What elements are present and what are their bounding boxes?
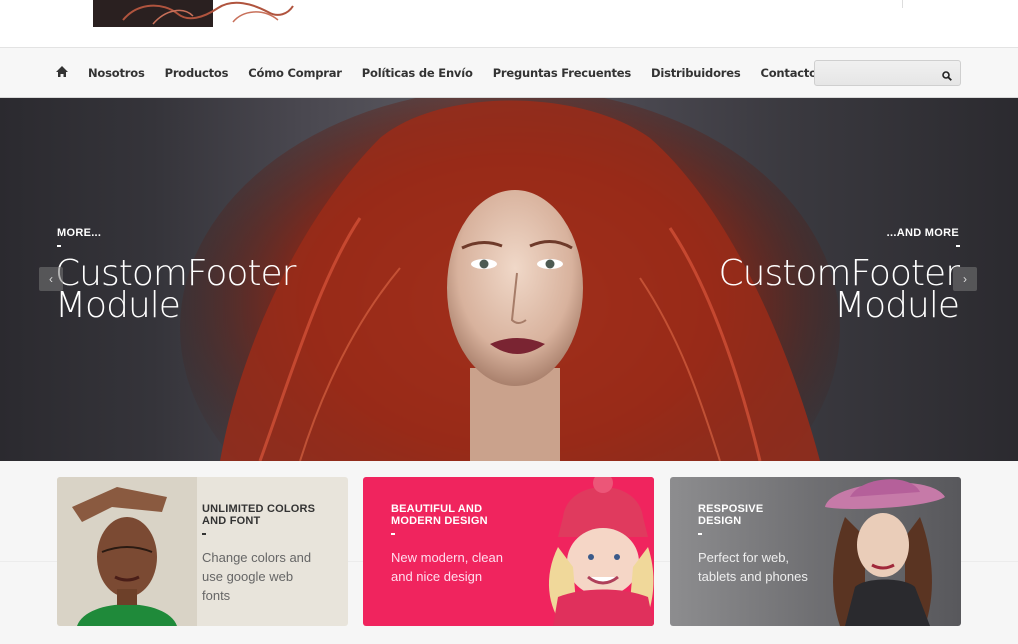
hero-slider: MORE... CustomFooter Module ...AND MORE … [0, 98, 1018, 461]
feature-text: Change colors and use google web fonts [202, 550, 312, 603]
feature-banners: UNLIMITED COLORS AND FONT Change colors … [0, 461, 1018, 644]
hero-left-title-line2: Module [55, 285, 181, 326]
site-header [0, 0, 1018, 48]
home-icon[interactable] [55, 65, 69, 79]
header-divider [902, 0, 903, 8]
slider-prev-button[interactable]: ‹ [39, 267, 63, 291]
nav-item-como-comprar[interactable]: Cómo Comprar [248, 66, 342, 80]
nav-items: Nosotros Productos Cómo Comprar Política… [88, 48, 817, 98]
feature-dash [202, 533, 206, 535]
model-hat-image [825, 479, 945, 626]
hero-left-label[interactable]: MORE... [57, 227, 101, 239]
hero-right-title: CustomFooter Module [719, 256, 960, 326]
site-logo[interactable] [93, 0, 303, 27]
hero-right-title-line2: Module [834, 285, 960, 326]
main-nav: Nosotros Productos Cómo Comprar Política… [0, 48, 1018, 98]
search-icon[interactable] [942, 68, 952, 81]
search-input[interactable] [821, 64, 939, 82]
nav-item-distribuidores[interactable]: Distribuidores [651, 66, 741, 80]
hero-left-dash [57, 245, 61, 247]
feature-title: UNLIMITED COLORS AND FONT [202, 503, 316, 527]
feature-title: BEAUTIFUL AND MODERN DESIGN [391, 503, 488, 527]
model-beanie-image [523, 477, 654, 626]
nav-item-contacto[interactable]: Contacto [760, 66, 817, 80]
feature-title: RESPOSIVE DESIGN [698, 503, 764, 527]
hero-left-title: CustomFooter Module [55, 256, 296, 326]
nav-item-productos[interactable]: Productos [165, 66, 229, 80]
nav-item-politicas-de-envio[interactable]: Políticas de Envío [362, 66, 473, 80]
feature-dash [391, 533, 395, 535]
feature-banner-responsive[interactable]: RESPOSIVE DESIGN Perfect for web, tablet… [670, 477, 961, 626]
feature-text: Perfect for web, tablets and phones [698, 550, 808, 584]
chevron-left-icon: ‹ [49, 272, 53, 286]
nav-item-nosotros[interactable]: Nosotros [88, 66, 145, 80]
hero-right-dash [956, 245, 960, 247]
search-box [814, 60, 961, 86]
feature-banner-design[interactable]: BEAUTIFUL AND MODERN DESIGN New modern, … [363, 477, 654, 626]
feature-dash [698, 533, 702, 535]
hero-right-label[interactable]: ...AND MORE [887, 227, 959, 239]
slider-next-button[interactable]: › [953, 267, 977, 291]
feature-banner-colors[interactable]: UNLIMITED COLORS AND FONT Change colors … [57, 477, 348, 626]
model-hand-image [57, 477, 197, 626]
feature-text: New modern, clean and nice design [391, 550, 503, 584]
chevron-right-icon: › [963, 272, 967, 286]
nav-item-preguntas-frecuentes[interactable]: Preguntas Frecuentes [493, 66, 632, 80]
